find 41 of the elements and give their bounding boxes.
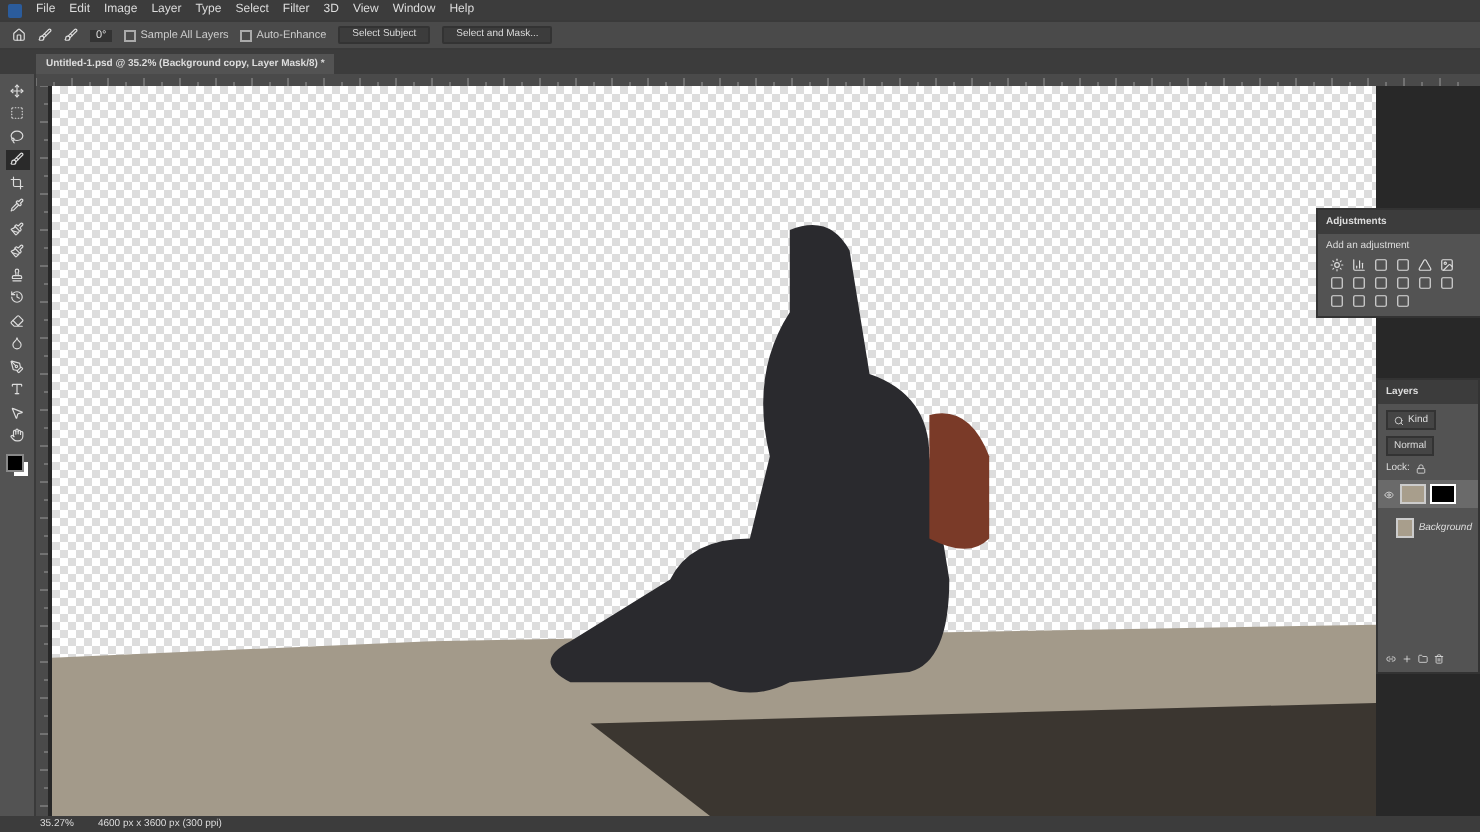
tool-icon bbox=[10, 129, 24, 143]
tool-icon bbox=[10, 152, 24, 166]
app-logo-icon bbox=[8, 3, 22, 17]
tool-icon bbox=[10, 359, 24, 373]
tool-button[interactable] bbox=[5, 425, 29, 445]
tool-icon bbox=[10, 382, 24, 396]
tool-icon bbox=[10, 313, 24, 327]
tool-button[interactable] bbox=[5, 126, 29, 146]
tool-icon bbox=[10, 244, 24, 258]
tool-button[interactable] bbox=[5, 287, 29, 307]
add-icon[interactable] bbox=[1402, 654, 1412, 664]
color-swatch-icon[interactable] bbox=[5, 454, 29, 478]
trash-icon[interactable] bbox=[1434, 654, 1444, 664]
folder-icon[interactable] bbox=[1418, 654, 1428, 664]
tool-icon bbox=[10, 175, 24, 189]
tool-icon bbox=[10, 428, 24, 442]
tool-icon bbox=[10, 198, 24, 212]
layer-thumbnail bbox=[1400, 484, 1426, 504]
search-icon bbox=[1394, 415, 1404, 425]
tool-icon bbox=[10, 405, 24, 419]
tool-button[interactable] bbox=[5, 356, 29, 376]
tool-icon bbox=[10, 267, 24, 281]
tool-button[interactable] bbox=[5, 218, 29, 238]
eye-icon[interactable] bbox=[1384, 489, 1394, 499]
brush-icon[interactable] bbox=[38, 28, 52, 42]
lock-icon[interactable] bbox=[1415, 463, 1426, 473]
tool-icon bbox=[10, 83, 24, 97]
link-icon[interactable] bbox=[1386, 654, 1396, 664]
layer-thumbnail bbox=[1396, 518, 1415, 538]
layer-row[interactable] bbox=[1378, 480, 1478, 508]
tool-button[interactable] bbox=[5, 80, 29, 100]
tool-button[interactable] bbox=[5, 149, 29, 169]
tool-icon bbox=[10, 290, 24, 304]
home-icon[interactable] bbox=[12, 28, 26, 42]
tool-icon bbox=[10, 336, 24, 350]
tool-icon bbox=[10, 221, 24, 235]
tool-button[interactable] bbox=[5, 310, 29, 330]
brush-icon[interactable] bbox=[64, 28, 78, 42]
tool-button[interactable] bbox=[5, 172, 29, 192]
tool-button[interactable] bbox=[5, 241, 29, 261]
tool-button[interactable] bbox=[5, 195, 29, 215]
